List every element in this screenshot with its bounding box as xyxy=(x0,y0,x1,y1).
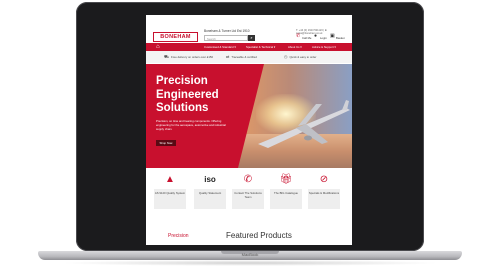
hero-title-line: Engineered xyxy=(156,88,219,101)
forbidden-icon[interactable]: ⊘ xyxy=(314,174,334,186)
usp-order: ◷ Quick & easy to order xyxy=(284,51,316,63)
basket-icon[interactable]: ▣ xyxy=(330,34,335,39)
shop-now-button[interactable]: Shop Now xyxy=(156,140,176,146)
nav-item-specialist[interactable]: Specialist & Technical ▾ xyxy=(246,43,275,51)
clock-icon: ◷ xyxy=(284,54,288,59)
nav-item-about[interactable]: About Us ▾ xyxy=(288,43,302,51)
contact-info: T: +44 (0) 1623 531123 | E: sales@boneha… xyxy=(296,29,328,35)
search-icon[interactable]: ⌕ xyxy=(248,35,255,41)
phone-icon[interactable]: ✆ xyxy=(296,34,301,39)
site-header: BONEHAM Boneham & Turner Ltd Est 1910 Se… xyxy=(146,15,352,43)
usp-strip: ⛟ Free delivery on orders over £150 ⇄ Trac… xyxy=(146,51,352,63)
hero-subtitle: Precision, on time and bearing component… xyxy=(156,119,226,131)
usp-traceable-text: Traceable & certified xyxy=(231,55,257,59)
hero-title-line: Precision xyxy=(156,75,208,87)
laptop-screen: BONEHAM Boneham & Turner Ltd Est 1910 Se… xyxy=(146,15,352,245)
nav-item-customised[interactable]: Customised & Standard ▾ xyxy=(204,43,236,51)
feature-label[interactable]: Specials & Modifications xyxy=(308,189,340,209)
usp-traceable: ⇄ Traceable & certified xyxy=(226,51,257,63)
basket-link[interactable]: Basket xyxy=(336,36,345,40)
usp-order-text: Quick & easy to order xyxy=(289,55,317,59)
laptop-shadow xyxy=(60,260,440,266)
feature-label[interactable]: The BIG Catalogue xyxy=(270,189,302,209)
features-row: ▲ AS 9120 Quality System iso Quality Sta… xyxy=(146,169,352,221)
usp-delivery-text: Free delivery on orders over £150 xyxy=(171,55,214,59)
airplane-image xyxy=(258,100,350,148)
device-label: MacBook xyxy=(241,252,259,257)
site-tagline: Boneham & Turner Ltd Est 1910 xyxy=(204,29,250,33)
login-link[interactable]: Login xyxy=(320,36,327,40)
nav-item-advice[interactable]: Advice & Support ▾ xyxy=(312,43,336,51)
home-icon[interactable]: ⌂ xyxy=(156,43,160,51)
arrows-icon: ⇄ xyxy=(226,54,230,59)
feature-label[interactable]: Quality Statement xyxy=(194,189,226,209)
call-me-link[interactable]: Call Me xyxy=(302,36,311,40)
gift-icon[interactable]: 🎁︎ xyxy=(276,174,296,186)
phone-icon[interactable]: ✆ xyxy=(238,174,258,186)
iso-icon[interactable]: iso xyxy=(200,174,220,186)
search-input[interactable]: Search xyxy=(204,35,248,41)
feature-label[interactable]: Contact The Solutions Team xyxy=(232,189,264,209)
main-nav: ⌂ Customised & Standard ▾ Specialist & T… xyxy=(146,43,352,51)
hero-title: Precision Engineered Solutions xyxy=(156,75,266,116)
user-icon[interactable]: ● xyxy=(314,34,319,39)
aerospace-icon[interactable]: ▲ xyxy=(160,174,180,186)
truck-icon: ⛟ xyxy=(164,54,170,59)
section-left-label: Precision xyxy=(168,233,189,239)
featured-products-heading: Featured Products xyxy=(226,231,292,240)
hero-title-line: Solutions xyxy=(156,102,209,114)
usp-delivery: ⛟ Free delivery on orders over £150 xyxy=(164,51,213,63)
site-logo[interactable]: BONEHAM xyxy=(153,32,198,42)
hero-banner: Precision Engineered Solutions Precision… xyxy=(146,64,352,168)
feature-label[interactable]: AS 9120 Quality System xyxy=(154,189,186,209)
